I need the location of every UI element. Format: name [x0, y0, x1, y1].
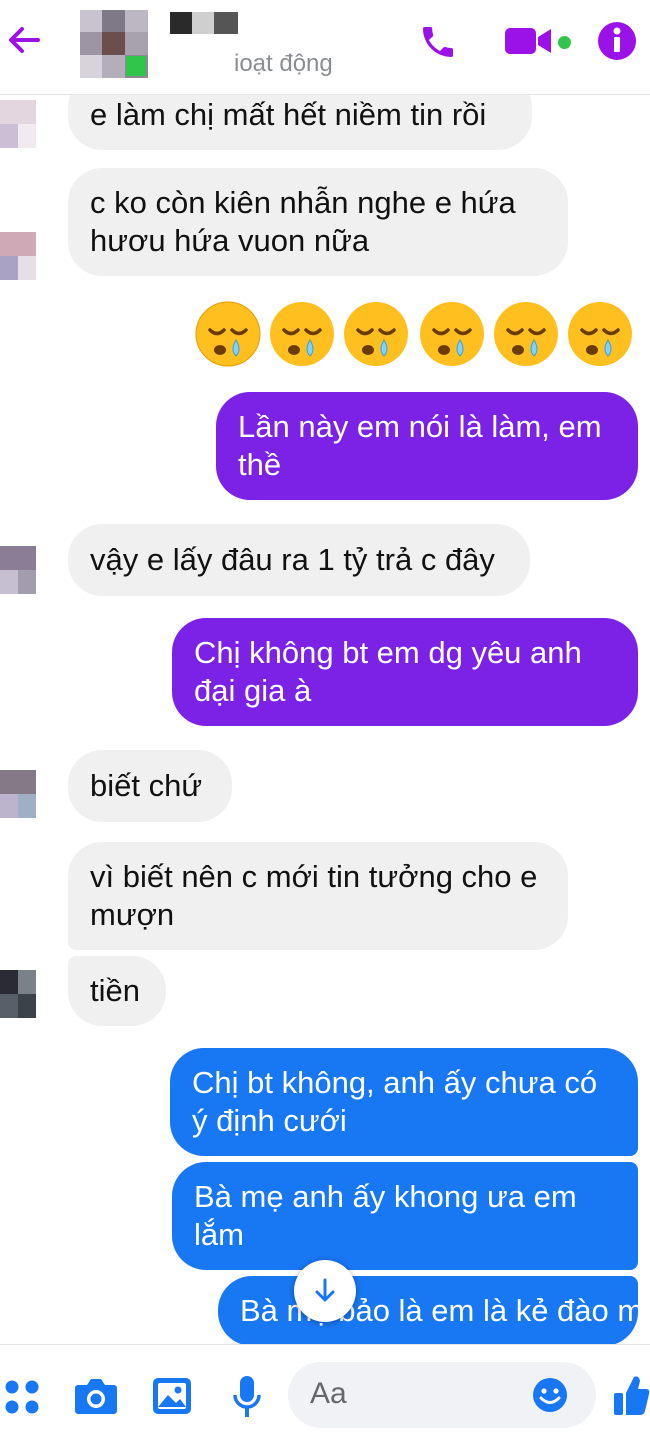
message-bubble-outgoing[interactable]: Bà mẹ bảo là em là kẻ đào mỏ — [218, 1276, 638, 1346]
sender-avatar[interactable] — [0, 770, 36, 818]
conversation-header: ioạt động — [0, 0, 650, 95]
message-bubble-outgoing[interactable]: Chị không bt em dg yêu anh đại gia à — [172, 618, 638, 726]
message-bubble-incoming[interactable]: biết chứ — [68, 750, 232, 822]
message-bubble-outgoing[interactable]: Bà mẹ anh ấy khong ưa em lắm — [172, 1162, 638, 1270]
video-call-icon[interactable] — [505, 26, 553, 56]
contact-avatar[interactable] — [80, 10, 148, 78]
sender-avatar[interactable] — [0, 100, 36, 148]
message-bubble-outgoing[interactable]: Lần này em nói là làm, em thề — [216, 392, 638, 500]
sleepy-face-emoji — [568, 302, 632, 366]
photo-gallery-icon[interactable] — [152, 1377, 192, 1415]
sleepy-face-emoji — [420, 302, 484, 366]
sender-avatar[interactable] — [0, 232, 36, 280]
camera-icon[interactable] — [74, 1377, 118, 1415]
online-indicator — [558, 36, 571, 49]
phone-call-icon[interactable] — [418, 22, 458, 62]
sender-avatar[interactable] — [0, 546, 36, 594]
emoji-smiley-icon[interactable] — [532, 1377, 568, 1413]
sleepy-face-emoji — [344, 302, 408, 366]
sleepy-face-emoji — [270, 302, 334, 366]
message-bubble-incoming[interactable]: tiền — [68, 956, 166, 1026]
microphone-icon[interactable] — [232, 1375, 262, 1419]
message-bubble-outgoing[interactable]: Chị bt không, anh ấy chưa có ý định cưới — [170, 1048, 638, 1156]
message-bubble-incoming[interactable]: c ko còn kiên nhẫn nghe e hứa hươu hứa v… — [68, 168, 568, 276]
apps-grid-icon[interactable] — [4, 1379, 40, 1415]
message-bubble-incoming[interactable]: vì biết nên c mới tin tưởng cho e mượn — [68, 842, 568, 950]
message-bubble-incoming[interactable]: vậy e lấy đâu ra 1 tỷ trả c đây — [68, 524, 530, 596]
sleepy-face-emoji — [494, 302, 558, 366]
contact-name-pixelated — [170, 12, 238, 34]
scroll-to-bottom-button[interactable] — [294, 1260, 356, 1322]
info-icon[interactable] — [597, 21, 637, 61]
thumbs-up-like-icon[interactable] — [612, 1373, 650, 1417]
sleepy-face-emoji — [195, 301, 261, 367]
arrow-down-icon — [315, 1278, 335, 1302]
active-status: ioạt động — [234, 50, 333, 77]
message-input-placeholder: Aa — [310, 1377, 347, 1410]
message-composer: Aa — [0, 1344, 650, 1445]
sender-avatar[interactable] — [0, 970, 36, 1018]
back-arrow-icon[interactable] — [4, 20, 44, 60]
message-input[interactable]: Aa — [288, 1362, 596, 1428]
